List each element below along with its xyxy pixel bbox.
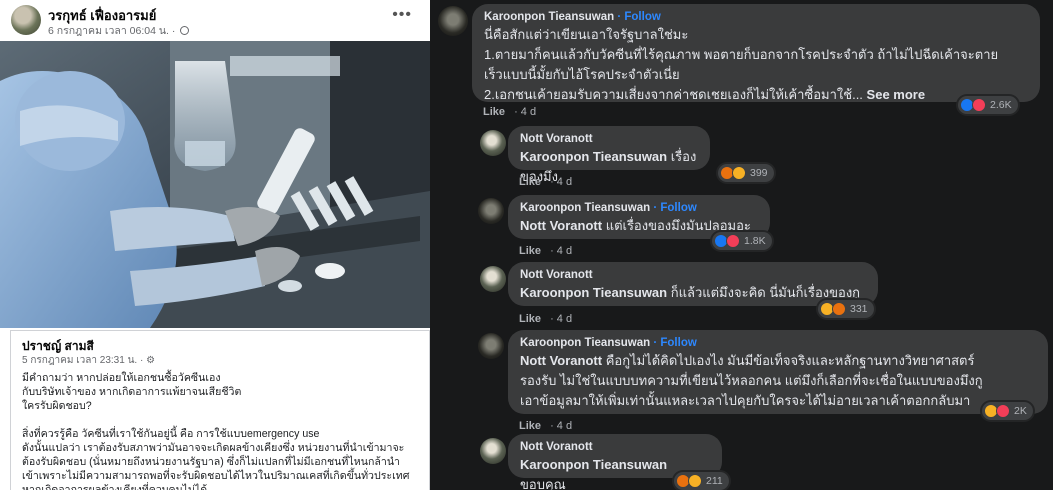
author-avatar[interactable] — [11, 5, 41, 35]
reaction-summary[interactable]: 331 — [818, 300, 874, 318]
comment-time[interactable]: 4 d — [557, 313, 572, 325]
reaction-count: 2.6K — [990, 99, 1012, 111]
commenter-avatar[interactable] — [480, 266, 506, 292]
follow-label[interactable]: Follow — [660, 337, 696, 349]
angry-reaction-icon — [832, 302, 846, 316]
quoted-post[interactable]: ปราชญ์ สามสี 5 กรกฎาคม เวลา 23:31 น. · ⚙… — [10, 330, 430, 490]
post-header: วรกุทธ์ เฟื่องอารมย์ 6 กรกฎาคม เวลา 06:0… — [0, 0, 430, 40]
comment-time[interactable]: 4 d — [557, 245, 572, 257]
more-dots-icon[interactable]: ••• — [392, 6, 412, 24]
quoted-body-text: มีคำถามว่า หากปล่อยให้เอกชนซื้อวัคซีนเอง… — [22, 372, 410, 490]
haha-reaction-icon — [688, 474, 702, 488]
reaction-count: 399 — [750, 167, 768, 179]
comment-time[interactable]: 4 d — [557, 420, 572, 432]
comment-meta: Like · 4 d — [519, 176, 573, 188]
lab-photo-illustration — [0, 41, 430, 328]
comment-bubble: Karoonpon Tieansuwan · Follow Nott Voran… — [508, 330, 1048, 414]
comment-author[interactable]: Karoonpon Tieansuwan — [520, 337, 650, 349]
comment-meta: Like · 4 d — [483, 106, 537, 118]
comment-bubble: Nott Voranott Karoonpon Tieansuwan ก็แล้… — [508, 262, 878, 306]
reaction-count: 331 — [850, 303, 868, 315]
commenter-avatar[interactable] — [480, 438, 506, 464]
follow-button[interactable]: · Follow — [653, 337, 696, 349]
comment-text: Nott Voranott คือกูไม่ได้คิดไปเองไง มันม… — [520, 351, 1036, 411]
reaction-summary[interactable]: 399 — [718, 164, 774, 182]
comment-time[interactable]: 4 d — [521, 106, 536, 118]
follow-label[interactable]: Follow — [624, 11, 660, 23]
love-reaction-icon — [972, 98, 986, 112]
comment-author[interactable]: Nott Voranott — [520, 132, 698, 147]
comment-author[interactable]: Karoonpon Tieansuwan — [520, 202, 650, 214]
follow-label[interactable]: Follow — [660, 202, 696, 214]
mention-tag[interactable]: Nott Voranott — [520, 218, 602, 233]
reaction-count: 211 — [706, 475, 723, 487]
comment-author[interactable]: Nott Voranott — [520, 268, 866, 283]
reaction-summary[interactable]: 2.6K — [958, 96, 1018, 114]
comment-body: ขอบคุณ — [520, 477, 566, 490]
commenter-avatar[interactable] — [480, 130, 506, 156]
see-more-link[interactable]: See more — [867, 87, 926, 102]
comment-meta: Like · 4 d — [519, 420, 573, 432]
reaction-count: 1.8K — [744, 235, 766, 247]
like-link[interactable]: Like — [519, 420, 541, 432]
comment-bubble: Karoonpon Tieansuwan · Follow นี่คือสักแ… — [472, 4, 1040, 102]
comment-body: แต่เรื่องของมึงมันปลอมอะ — [602, 218, 751, 233]
mention-tag[interactable]: Karoonpon Tieansuwan — [520, 285, 667, 300]
comment-body: ก็แล้วแต่มึงจะคิด นี่มันก็เรื่องของกู — [667, 285, 861, 300]
comment-meta: Like · 4 d — [519, 245, 573, 257]
like-link[interactable]: Like — [519, 313, 541, 325]
like-link[interactable]: Like — [483, 106, 505, 118]
post-timestamp-text[interactable]: 6 กรกฎาคม เวลา 06:04 น. · — [48, 25, 175, 37]
left-post-panel: วรกุทธ์ เฟื่องอารมย์ 6 กรกฎาคม เวลา 06:0… — [0, 0, 430, 490]
comment-meta: Like · 4 d — [519, 313, 573, 325]
reaction-summary[interactable]: 211 — [674, 472, 729, 490]
haha-reaction-icon — [732, 166, 746, 180]
follow-button[interactable]: · Follow — [653, 202, 696, 214]
love-reaction-icon — [726, 234, 740, 248]
comment-author-line: Karoonpon Tieansuwan · Follow — [520, 201, 758, 216]
quoted-timestamp[interactable]: 5 กรกฎาคม เวลา 23:31 น. · ⚙ — [22, 353, 155, 368]
mention-tag[interactable]: Karoonpon Tieansuwan — [520, 149, 667, 164]
like-link[interactable]: Like — [519, 176, 541, 188]
mention-tag[interactable]: Nott Voranott — [520, 353, 602, 368]
comments-panel: Karoonpon Tieansuwan · Follow นี่คือสักแ… — [430, 0, 1053, 490]
commenter-avatar[interactable] — [438, 6, 468, 36]
reaction-count: 2K — [1014, 405, 1027, 417]
post-photo[interactable] — [0, 41, 430, 328]
reaction-summary[interactable]: 1.8K — [712, 232, 772, 250]
commenter-avatar[interactable] — [478, 198, 504, 224]
comment-text: Karoonpon Tieansuwan ก็แล้วแต่มึงจะคิด น… — [520, 283, 866, 303]
comment-text: นี่คือสักแต่ว่าเขียนเอาใจรัฐบาลใช่มะ 1.ต… — [484, 25, 1028, 105]
follow-button[interactable]: · Follow — [617, 11, 660, 23]
comment-author[interactable]: Karoonpon Tieansuwan — [484, 11, 614, 23]
comment-author[interactable]: Nott Voranott — [520, 440, 710, 455]
comment-author-line: Karoonpon Tieansuwan · Follow — [484, 10, 1028, 25]
comment-author-line: Karoonpon Tieansuwan · Follow — [520, 336, 1036, 351]
commenter-avatar[interactable] — [478, 333, 504, 359]
comment-bubble: Nott Voranott Karoonpon Tieansuwan เรื่อ… — [508, 126, 710, 184]
mention-tag[interactable]: Karoonpon Tieansuwan — [520, 457, 667, 472]
post-timestamp[interactable]: 6 กรกฎาคม เวลา 06:04 น. · — [48, 22, 190, 39]
reaction-summary[interactable]: 2K — [982, 402, 1033, 420]
comment-time[interactable]: 4 d — [557, 176, 572, 188]
globe-icon — [180, 26, 190, 35]
love-reaction-icon — [996, 404, 1010, 418]
like-link[interactable]: Like — [519, 245, 541, 257]
